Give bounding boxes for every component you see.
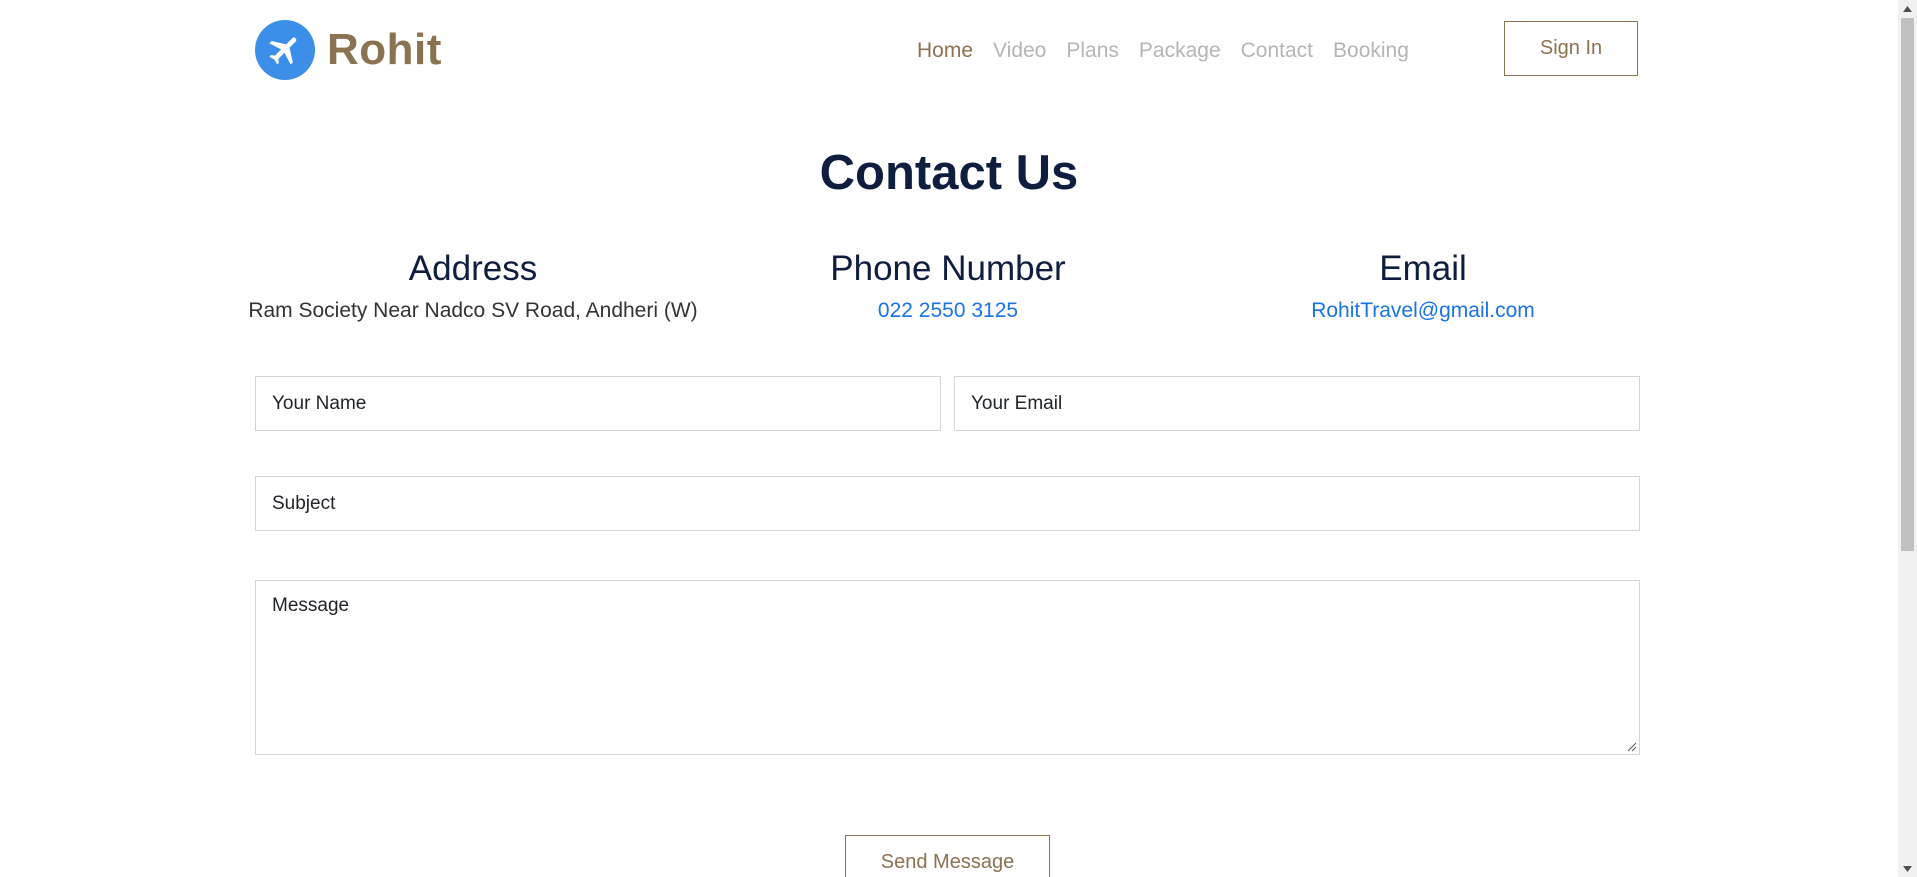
message-placeholder: Message (272, 595, 350, 616)
nav-contact[interactable]: Contact (1241, 39, 1313, 63)
nav-home[interactable]: Home (917, 39, 973, 63)
email-block: Email RohitTravel@gmail.com (1198, 246, 1648, 326)
subject-input[interactable]: Subject (255, 476, 1640, 531)
scroll-up-arrow-icon[interactable] (1898, 0, 1917, 17)
phone-block: Phone Number 022 2550 3125 (723, 246, 1173, 326)
email-input[interactable]: Your Email (954, 376, 1640, 431)
message-textarea[interactable]: Message (255, 580, 1640, 755)
scroll-down-arrow-icon[interactable] (1898, 860, 1917, 877)
nav-package[interactable]: Package (1139, 39, 1221, 63)
brand-logo[interactable]: Rohit (255, 19, 442, 81)
airplane-icon (255, 20, 315, 80)
name-input[interactable]: Your Name (255, 376, 941, 431)
sign-in-button[interactable]: Sign In (1504, 21, 1638, 76)
address-block: Address Ram Society Near Nadco SV Road, … (248, 246, 698, 326)
nav-booking[interactable]: Booking (1333, 39, 1409, 63)
resize-grip-icon[interactable] (1627, 742, 1637, 752)
address-heading: Address (408, 249, 538, 288)
vertical-scrollbar[interactable] (1898, 0, 1917, 877)
phone-link[interactable]: 022 2550 3125 (723, 296, 1173, 326)
page-title: Contact Us (819, 146, 1079, 200)
nav-video[interactable]: Video (993, 39, 1046, 63)
email-link[interactable]: RohitTravel@gmail.com (1198, 296, 1648, 326)
scrollbar-thumb[interactable] (1901, 18, 1914, 551)
phone-heading: Phone Number (830, 249, 1066, 288)
email-heading: Email (1379, 249, 1467, 288)
nav-plans[interactable]: Plans (1066, 39, 1119, 63)
address-value: Ram Society Near Nadco SV Road, Andheri … (248, 299, 698, 322)
send-message-button[interactable]: Send Message (845, 835, 1050, 877)
brand-name: Rohit (327, 25, 442, 74)
main-nav: Home Video Plans Package Contact Booking (917, 36, 1429, 66)
page: Rohit Home Video Plans Package Contact B… (0, 0, 1898, 877)
